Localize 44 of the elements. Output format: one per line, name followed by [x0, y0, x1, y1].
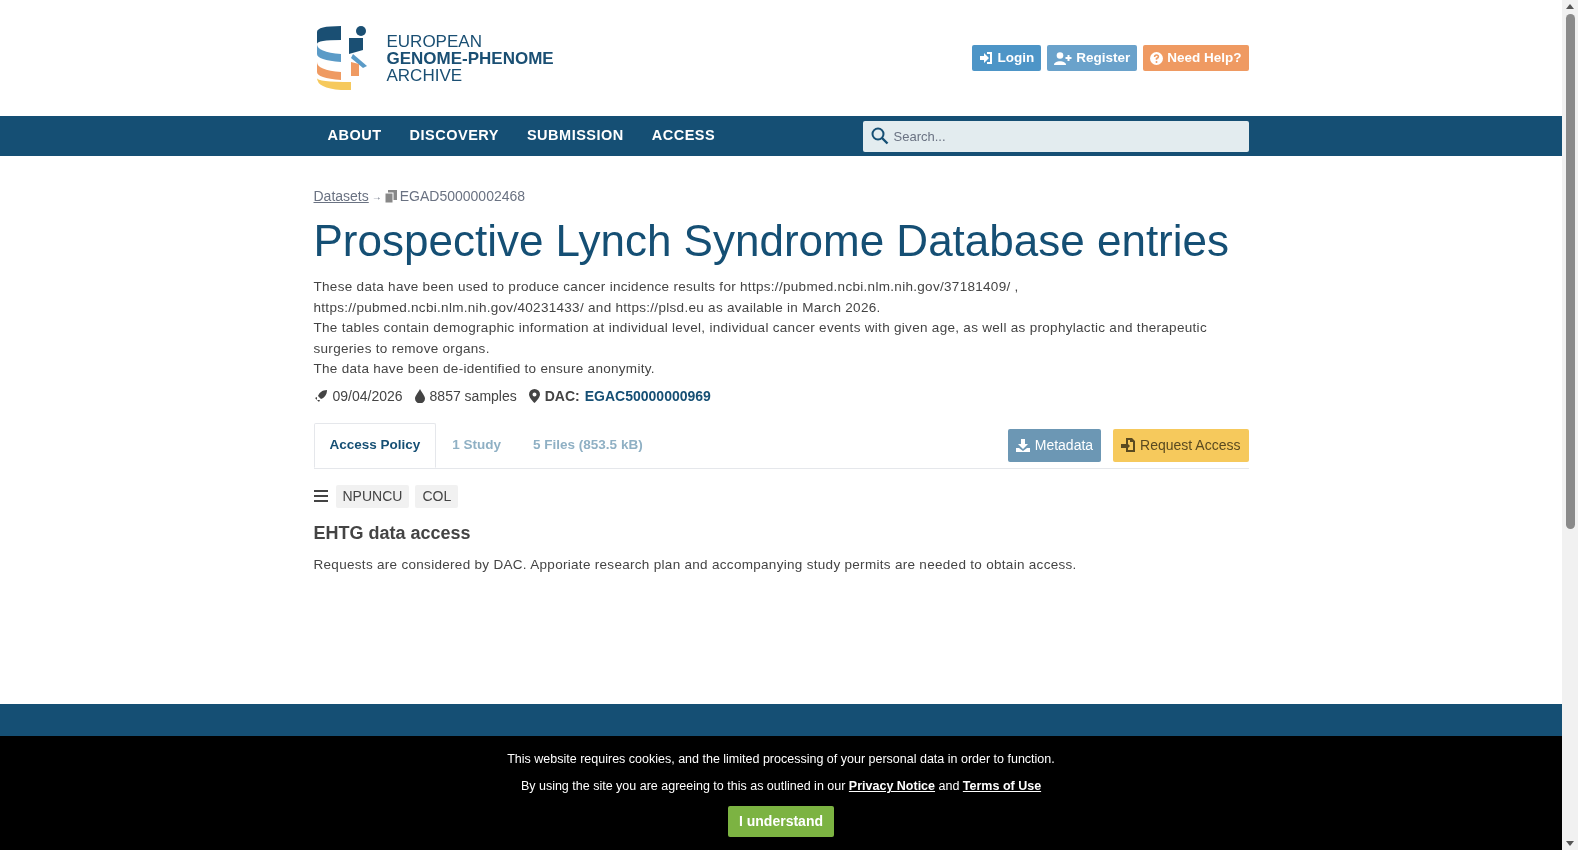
request-access-button[interactable]: Request Access — [1113, 428, 1249, 462]
release-date: 09/04/2026 — [332, 386, 403, 406]
description-paragraph: The data have been de-identified to ensure anonymity. — [313, 360, 656, 378]
login-button[interactable]: Login — [972, 45, 1042, 71]
description-paragraph: These data have been used to produce cancer incidence results for https://pubmed.ncbi.nlm.nih.gov/37181409/ , https://pubmed.ncbi.nlm.nih.gov/40231433/ and https://plsd.eu as available in March 2026. — [313, 278, 1020, 317]
map-pin-icon — [528, 389, 540, 403]
sign-in-icon — [979, 52, 994, 64]
breadcrumb-link[interactable]: Datasets — [313, 186, 369, 207]
description-paragraph: The tables contain demographic information at individual level, individual cancer events with given age, as well as prophylactic and therapeutic surgeries to remove organs. — [313, 319, 1208, 358]
download-icon — [1015, 438, 1030, 452]
nav-link[interactable]: DISCOVERY — [395, 125, 513, 147]
scrollbar-thumb[interactable] — [1565, 14, 1575, 529]
sample-count: 8857 samples — [429, 386, 517, 406]
logo-text: ARCHIVE — [386, 66, 464, 84]
search-field[interactable]: Search... — [862, 120, 1249, 152]
breadcrumb-separator: → — [371, 190, 382, 204]
privacy-notice-link[interactable]: Privacy Notice — [848, 778, 936, 793]
logo-text: GENOME-PHENOME — [386, 49, 554, 67]
add-user-icon — [1054, 51, 1073, 65]
nav-link[interactable]: ACCESS — [637, 125, 730, 147]
terms-of-use-link[interactable]: Terms of Use — [962, 778, 1042, 793]
nav-link[interactable]: ABOUT — [313, 125, 396, 147]
search-icon — [870, 126, 889, 145]
tag: NPUNCU — [335, 484, 410, 508]
dac-label: DAC: — [544, 386, 580, 406]
list-icon — [313, 490, 328, 502]
policy-description: Requests are considered by DAC. Apporiate research plan and accompanying study permits are needed to obtain access. — [313, 555, 1078, 574]
rocket-icon — [313, 389, 328, 403]
logo-text: EUROPEAN — [386, 32, 483, 50]
copy-icon[interactable] — [384, 190, 397, 203]
metadata-button[interactable]: Metadata — [1007, 428, 1102, 462]
cookie-notice: This website requires cookies, and the limited processing of your personal data in order to function. — [507, 751, 1055, 768]
dataset-id: EGAD50000002468 — [399, 187, 526, 206]
dac-link[interactable]: EGAC50000000969 — [584, 385, 711, 407]
tab[interactable]: Access Policy — [313, 422, 437, 468]
nav-link[interactable]: SUBMISSION — [512, 125, 638, 147]
cookie-consent-text: By using the site you are agreeing to this as outlined in our Privacy Notice and Terms of Use — [520, 777, 1042, 795]
drop-icon — [414, 389, 425, 403]
page-title: Prospective Lynch Syndrome Database entries — [313, 215, 1230, 267]
tag: COL — [415, 484, 459, 508]
file-import-icon — [1121, 438, 1136, 452]
help-icon — [1150, 51, 1164, 65]
policy-title: EHTG data access — [313, 521, 472, 545]
scrollbar[interactable] — [1562, 0, 1578, 850]
